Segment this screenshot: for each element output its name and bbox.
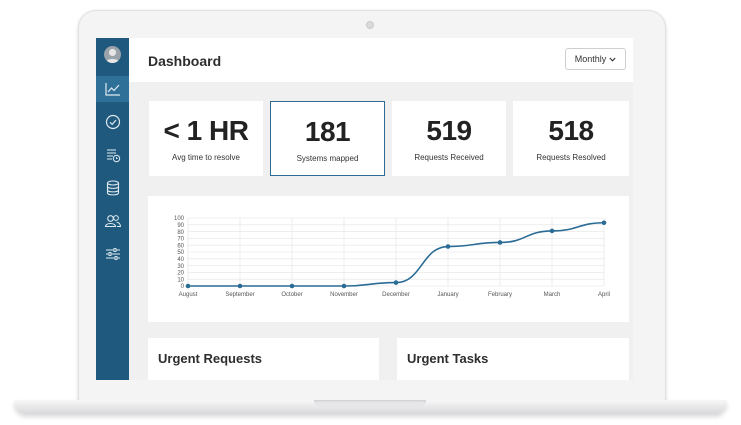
app-screen: Dashboard Monthly < 1 HR Avg time to res… [96,38,633,380]
stat-label: Requests Resolved [536,153,606,162]
y-tick-label: 30 [177,264,184,270]
data-point [237,283,243,289]
webcam [366,21,374,29]
header-bar: Dashboard Monthly [129,38,633,82]
data-point [445,244,451,249]
x-tick-label: March [544,292,561,298]
y-tick-label: 90 [177,223,184,229]
x-tick-label: October [281,292,302,298]
x-tick-label: January [437,292,458,298]
y-tick-label: 0 [181,284,185,290]
y-tick-label: 20 [177,271,184,277]
line-chart: 0102030405060708090100 August September Oct… [174,216,610,298]
y-tick-label: 40 [177,257,184,263]
urgent-requests-panel: Urgent Requests [148,338,379,380]
x-tick-label: August [179,292,198,298]
requests-line-chart-card: 0 10 20 30 40 50 60 70 80 90 100 August September Oct… [148,196,629,322]
chevron-down-icon [609,57,616,62]
stat-label: Requests Received [414,153,484,162]
stat-card-systems-mapped[interactable]: 181 Systems mapped [270,101,385,176]
x-tick-label: April [598,292,610,298]
stat-value: < 1 HR [163,115,249,146]
x-tick-label: November [330,292,358,298]
stat-value: 181 [304,116,351,147]
sidebar-item-users[interactable] [96,208,129,234]
data-point [549,228,555,234]
urgent-tasks-title: Urgent Tasks [407,351,489,366]
sidebar-item-settings[interactable] [96,241,129,267]
laptop-notch [314,400,426,407]
urgent-requests-title: Urgent Requests [158,351,263,366]
y-tick-label: 10 [177,277,184,283]
period-dropdown-value: Monthly [574,54,607,64]
stat-card-avg-time[interactable]: < 1 HR Avg time to resolve [149,101,263,176]
y-tick-label: 70 [177,237,184,243]
sliders-icon [105,248,120,260]
y-tick-label: 60 [177,243,184,249]
users-icon [104,215,121,228]
sidebar-item-tasks[interactable] [96,109,129,135]
stat-value: 518 [548,115,594,146]
stat-card-requests-received[interactable]: 519 Requests Received [392,101,506,176]
database-icon [106,180,119,196]
period-dropdown[interactable]: Monthly [565,48,626,70]
data-point [601,220,607,226]
avatar[interactable] [104,46,121,63]
y-tick-label: 80 [177,230,184,236]
x-tick-label: September [225,292,254,298]
check-circle-icon [105,114,120,130]
page-title: Dashboard [148,53,222,69]
x-tick-label: February [488,292,512,298]
y-tick-label: 100 [174,216,185,222]
data-point [289,283,295,289]
sidebar-item-analytics[interactable] [96,76,129,102]
data-point [341,283,347,289]
stat-value: 519 [426,115,472,146]
x-tick-label: December [382,292,410,298]
sidebar-item-data[interactable] [96,175,129,201]
data-point [393,280,399,285]
line-chart-icon [104,83,120,96]
data-point [497,240,503,245]
stat-card-requests-resolved[interactable]: 518 Requests Resolved [513,101,629,176]
y-tick-label: 50 [177,250,184,256]
data-point [185,283,191,289]
stat-label: Systems mapped [296,154,359,163]
urgent-tasks-panel: Urgent Tasks [397,338,629,380]
sidebar [96,38,129,380]
list-clock-icon [106,149,120,163]
stat-label: Avg time to resolve [172,153,240,162]
sidebar-item-history[interactable] [96,142,129,168]
